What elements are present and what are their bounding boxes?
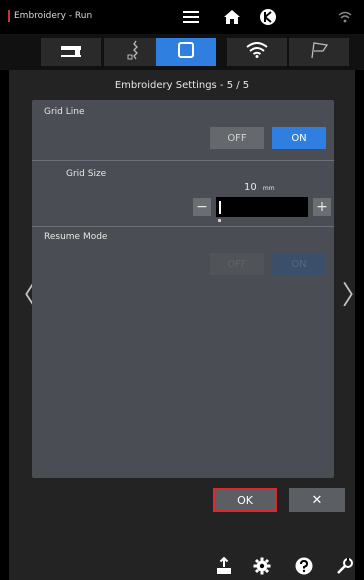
ok-button[interactable]: OK [213,488,277,512]
home-icon[interactable] [221,6,243,28]
divider [32,160,334,161]
close-button[interactable]: ✕ [289,488,345,512]
sewing-machine-icon [60,43,82,62]
slider-cursor [219,201,221,214]
wrench-icon[interactable] [335,556,355,576]
grid-size-number: 10 [244,182,257,193]
wifi-status-icon [334,6,356,28]
divider [32,226,334,227]
upload-icon[interactable] [214,556,234,576]
thread-icon [126,40,142,64]
grid-size-value: 10 mm [244,182,275,193]
page-title: Embroidery Settings - 5 / 5 [114,80,250,91]
flag-icon [309,41,329,63]
tab-wireless[interactable] [227,38,287,66]
top-bar: Embroidery - Run [0,0,364,34]
slider-marker [218,219,221,222]
tab-thread[interactable] [104,38,164,66]
gear-icon[interactable] [252,556,272,576]
grid-size-decrease-button[interactable]: − [193,198,211,216]
grid-size-increase-button[interactable]: + [313,198,331,216]
settings-panel: Grid Line OFF ON Grid Size 10 mm − + Res… [32,100,334,478]
function-tabs [0,34,364,70]
tab-positioning[interactable] [289,38,349,66]
next-page-arrow-icon[interactable]: 〉 [342,275,364,312]
embroidery-frame-icon [177,41,195,63]
resume-mode-on-button[interactable]: ON [272,253,326,275]
mode-title: Embroidery - Run [8,10,92,22]
grid-size-unit: mm [262,185,275,192]
grid-line-label: Grid Line [44,107,85,117]
tab-sewing[interactable] [41,38,101,66]
brand-logo-icon[interactable] [257,6,279,28]
grid-line-off-button[interactable]: OFF [210,127,264,149]
menu-icon[interactable] [180,6,202,28]
help-icon[interactable] [294,556,314,576]
wifi-icon [246,42,268,62]
resume-mode-label: Resume Mode [44,232,108,242]
grid-size-slider[interactable] [216,197,308,217]
resume-mode-off-button[interactable]: OFF [210,253,264,275]
grid-size-label: Grid Size [66,169,107,179]
tab-embroidery[interactable] [156,38,216,66]
grid-line-on-button[interactable]: ON [272,127,326,149]
